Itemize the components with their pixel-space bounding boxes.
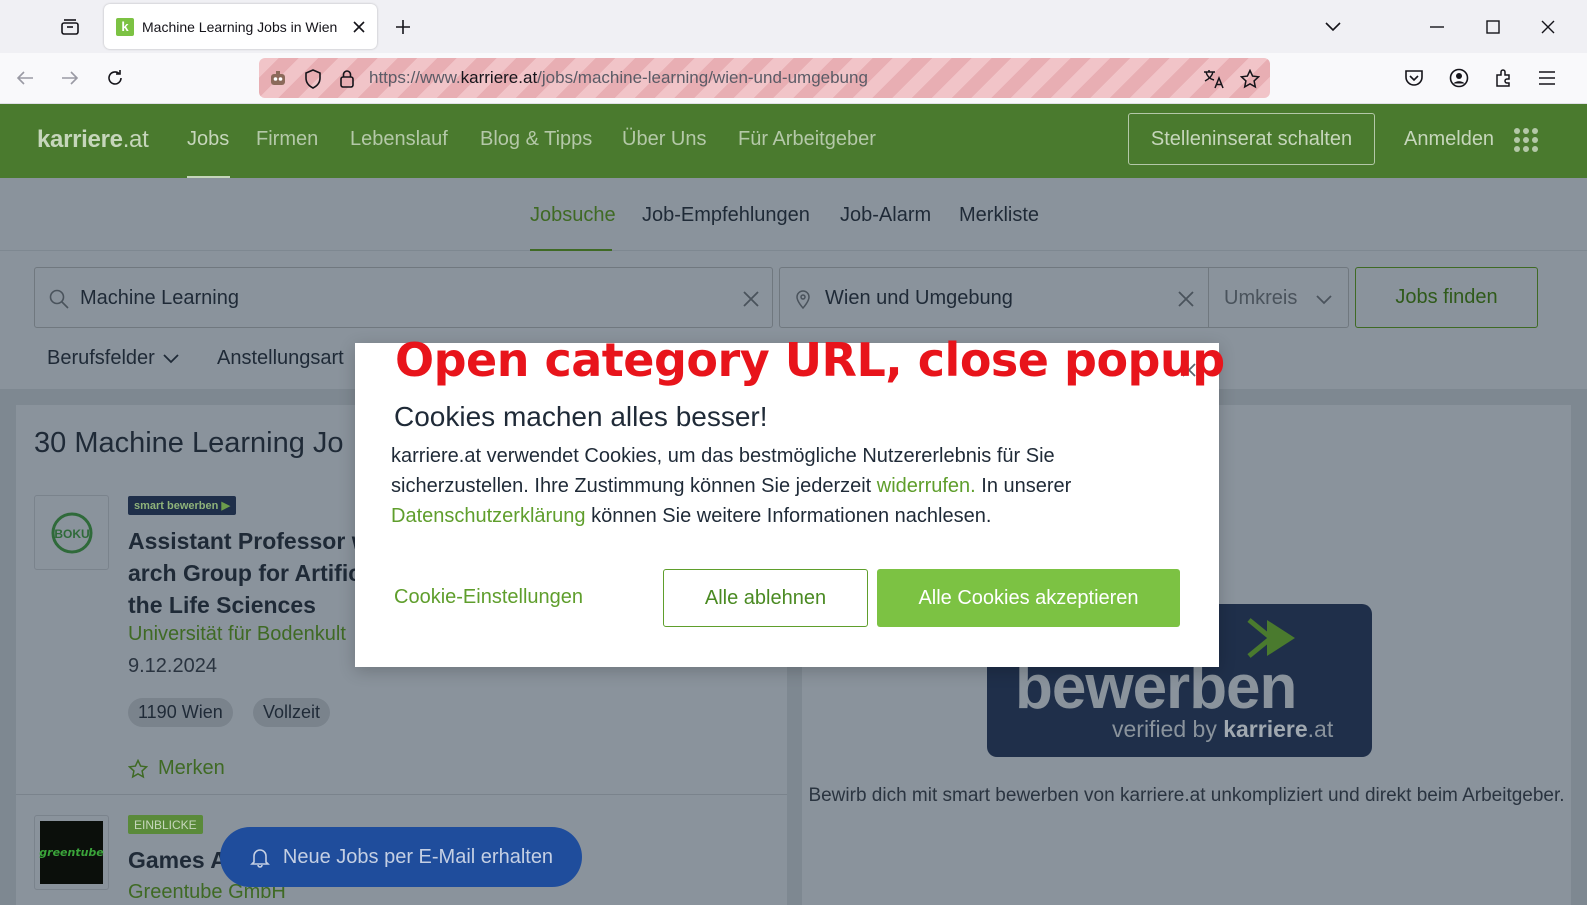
lock-icon[interactable] (336, 68, 358, 90)
cookie-consent-dialog: Cookies machen alles besser! karriere.at… (355, 343, 1219, 667)
window-close-icon[interactable] (1531, 10, 1565, 44)
reject-all-button[interactable]: Alle ablehnen (663, 569, 868, 627)
svg-text:BOKU: BOKU (54, 527, 89, 541)
translate-icon[interactable] (1203, 68, 1225, 90)
greentube-logo: greentube (39, 821, 104, 884)
tab-job-alarm[interactable]: Job-Alarm (840, 204, 931, 227)
reload-icon[interactable] (98, 61, 132, 95)
nav-blog[interactable]: Blog & Tipps (480, 128, 592, 151)
list-divider (16, 794, 787, 795)
nav-firmen[interactable]: Firmen (256, 128, 318, 151)
company-logo[interactable]: BOKU (34, 495, 109, 570)
company-logo[interactable]: greentube (34, 815, 109, 890)
bookmark-star-icon[interactable] (1239, 68, 1261, 90)
radius-select[interactable]: Umkreis (1224, 287, 1297, 310)
task-annotation-overlay: Open category URL, close popup (395, 333, 1225, 387)
clear-keyword-icon[interactable] (740, 288, 762, 310)
browser-tab-bar: k Machine Learning Jobs in Wien (0, 0, 1587, 53)
search-icon (49, 289, 69, 309)
star-outline-icon (128, 758, 148, 778)
menu-hamburger-icon[interactable] (1530, 61, 1564, 95)
promo-verified: verified by karriere.at (1112, 716, 1334, 742)
pocket-icon[interactable] (1397, 61, 1431, 95)
chevron-down-icon[interactable] (1313, 288, 1335, 310)
nav-jobs[interactable]: Jobs (187, 128, 229, 151)
cookie-settings-link[interactable]: Cookie-Einstellungen (394, 586, 583, 609)
tab-list-icon[interactable] (52, 12, 88, 42)
nav-lebenslauf[interactable]: Lebenslauf (350, 128, 448, 151)
login-link[interactable]: Anmelden (1404, 128, 1494, 151)
boku-logo-icon: BOKU (51, 512, 92, 553)
bell-icon (249, 849, 270, 868)
maximize-icon[interactable] (1476, 10, 1510, 44)
back-icon[interactable] (8, 61, 42, 95)
location-search-input[interactable]: Wien und Umgebung Umkreis (779, 267, 1349, 328)
robot-icon[interactable] (267, 68, 289, 90)
site-header: karriere.at Jobs Firmen Lebenslauf Blog … (0, 104, 1587, 178)
employment-type-tag: Vollzeit (253, 698, 331, 727)
location-tag: 1190 Wien (128, 698, 233, 727)
apps-grid-icon[interactable] (1513, 127, 1539, 153)
filter-label: Berufsfelder (47, 347, 155, 369)
karriere-favicon-icon: k (116, 17, 134, 36)
smart-apply-badge: smart bewerben ▶ (128, 496, 236, 515)
privacy-policy-link[interactable]: Datenschutzerklärung (391, 505, 586, 527)
nav-fuer-arbeitgeber[interactable]: Für Arbeitgeber (738, 128, 876, 151)
job-title-link[interactable]: Assistant Professor w arch Group for Art… (128, 525, 370, 621)
promo-description: Bewirb dich mit smart bewerben von karri… (808, 785, 1565, 806)
cookie-dialog-title: Cookies machen alles besser! (394, 401, 768, 432)
tab-overflow-chevron-icon[interactable] (1316, 10, 1350, 44)
filter-berufsfelder[interactable]: Berufsfelder (47, 347, 179, 370)
karriere-logo[interactable]: karriere.at (37, 126, 149, 154)
accept-all-cookies-button[interactable]: Alle Cookies akzeptieren (877, 569, 1180, 627)
bookmark-label: Merken (158, 757, 225, 779)
job-title-link[interactable]: Games A (128, 847, 227, 874)
tab-title: Machine Learning Jobs in Wien (142, 18, 338, 35)
filter-label: Anstellungsart (217, 347, 344, 369)
chevron-down-icon (163, 353, 179, 363)
company-link[interactable]: Universität für Bodenkult (128, 623, 346, 646)
tab-merkliste[interactable]: Merkliste (959, 204, 1039, 227)
browser-tab[interactable]: k Machine Learning Jobs in Wien (104, 4, 377, 49)
keyword-value: Machine Learning (80, 287, 239, 309)
tab-close-icon[interactable] (351, 19, 367, 35)
field-divider (1208, 268, 1209, 327)
url-text[interactable]: https://www.karriere.at/jobs/machine-lea… (369, 68, 868, 88)
filter-anstellungsart[interactable]: Anstellungsart (217, 347, 344, 370)
job-alert-label: Neue Jobs per E-Mail erhalten (282, 845, 554, 868)
location-value: Wien und Umgebung (825, 287, 1013, 309)
cookie-dialog-text: karriere.at verwendet Cookies, um das be… (391, 445, 1072, 527)
tracking-protection-shield-icon[interactable] (302, 68, 324, 90)
tab-job-empfehlungen[interactable]: Job-Empfehlungen (642, 204, 810, 227)
revoke-link[interactable]: widerrufen. (877, 475, 976, 497)
address-bar[interactable]: https://www.karriere.at/jobs/machine-lea… (259, 58, 1270, 98)
sub-navigation: Jobsuche Job-Empfehlungen Job-Alarm Merk… (0, 178, 1587, 251)
account-icon[interactable] (1442, 61, 1476, 95)
insights-badge: EINBLICKE (128, 815, 203, 834)
clear-location-icon[interactable] (1175, 288, 1197, 310)
job-alert-email-button[interactable]: Neue Jobs per E-Mail erhalten (220, 827, 582, 887)
new-tab-icon[interactable] (388, 12, 418, 42)
forward-icon[interactable] (53, 61, 87, 95)
post-job-button[interactable]: Stelleninserat schalten (1128, 113, 1375, 165)
find-jobs-button[interactable]: Jobs finden (1355, 267, 1538, 328)
minimize-icon[interactable] (1420, 10, 1454, 44)
browser-nav-bar: https://www.karriere.at/jobs/machine-lea… (0, 53, 1587, 104)
extensions-icon[interactable] (1486, 61, 1520, 95)
keyword-search-input[interactable]: Machine Learning (34, 267, 773, 328)
results-title: 30 Machine Learning Jo (34, 427, 344, 459)
bookmark-job-button[interactable]: Merken (128, 757, 225, 780)
tab-jobsuche[interactable]: Jobsuche (530, 204, 616, 227)
location-pin-icon (796, 290, 810, 310)
nav-ueber-uns[interactable]: Über Uns (622, 128, 706, 151)
job-date: 9.12.2024 (128, 655, 217, 677)
